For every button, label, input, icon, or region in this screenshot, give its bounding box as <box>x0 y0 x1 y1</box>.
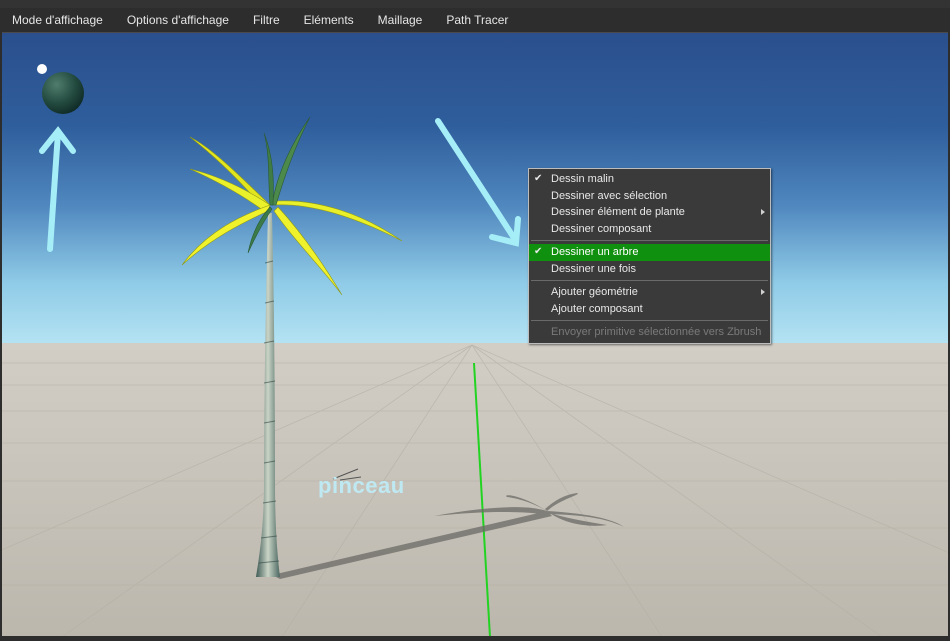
menu-item-envoyer-vers-zbrush: Envoyer primitive sélectionnée vers Zbru… <box>529 324 770 341</box>
menu-path-tracer[interactable]: Path Tracer <box>434 8 520 32</box>
app-window: Mode d'affichage Options d'affichage Fil… <box>0 0 950 641</box>
light-handle[interactable] <box>37 64 47 74</box>
menu-item-ajouter-geometrie[interactable]: Ajouter géométrie <box>529 284 770 301</box>
menu-item-label: Ajouter composant <box>551 302 643 315</box>
menu-item-label: Dessin malin <box>551 173 614 185</box>
menu-item-dessin-malin[interactable]: ✔ Dessin malin <box>529 171 770 188</box>
submenu-arrow-icon <box>761 289 765 295</box>
submenu-arrow-icon <box>761 209 765 215</box>
scene-render <box>2 33 948 637</box>
menu-item-dessiner-une-fois[interactable]: Dessiner une fois <box>529 261 770 278</box>
menu-item-label: Ajouter géométrie <box>551 286 638 298</box>
check-icon: ✔ <box>534 173 543 184</box>
menu-item-label: Dessiner élément de plante <box>551 206 685 218</box>
menu-mode-affichage[interactable]: Mode d'affichage <box>0 8 115 32</box>
sky <box>2 33 948 345</box>
menu-item-dessiner-un-arbre[interactable]: ✔ Dessiner un arbre <box>529 244 770 261</box>
menu-item-label: Dessiner composant <box>551 222 652 235</box>
menu-maillage[interactable]: Maillage <box>366 8 435 32</box>
menu-separator <box>531 240 768 241</box>
3d-viewport[interactable]: pinceau <box>2 32 948 637</box>
menu-separator <box>531 280 768 281</box>
menu-item-dessiner-composant[interactable]: Dessiner composant <box>529 221 770 238</box>
title-strip <box>0 0 950 8</box>
menu-filtre[interactable]: Filtre <box>241 8 292 32</box>
menubar: Mode d'affichage Options d'affichage Fil… <box>0 8 950 32</box>
menu-item-ajouter-composant[interactable]: Ajouter composant <box>529 301 770 318</box>
status-strip <box>0 636 950 641</box>
menu-item-dessiner-avec-selection[interactable]: Dessiner avec sélection <box>529 188 770 205</box>
check-icon: ✔ <box>534 246 543 257</box>
context-menu: ✔ Dessin malin Dessiner avec sélection D… <box>528 168 771 344</box>
menu-item-label: Dessiner une fois <box>551 262 636 275</box>
menu-separator <box>531 320 768 321</box>
light-sphere[interactable] <box>42 72 84 114</box>
menu-options-affichage[interactable]: Options d'affichage <box>115 8 241 32</box>
menu-item-label: Envoyer primitive sélectionnée vers Zbru… <box>551 326 762 338</box>
menu-elements[interactable]: Eléments <box>292 8 366 32</box>
annotation-label: pinceau <box>318 473 405 498</box>
menu-item-label: Dessiner avec sélection <box>551 189 668 202</box>
menu-item-dessiner-element-de-plante[interactable]: Dessiner élément de plante <box>529 204 770 221</box>
menu-item-label: Dessiner un arbre <box>551 246 639 258</box>
